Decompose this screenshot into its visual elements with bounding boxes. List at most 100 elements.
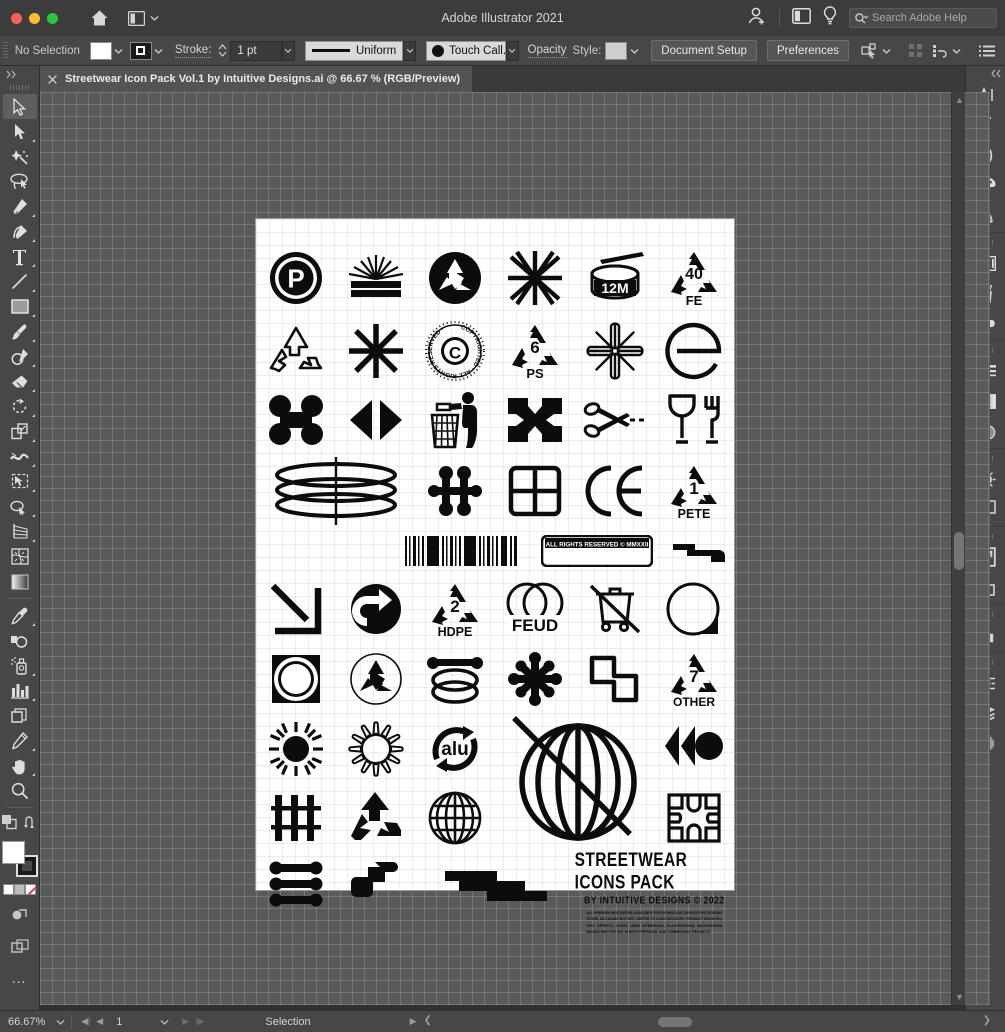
- barcode-icon[interactable]: [393, 528, 530, 574]
- fill-indicator[interactable]: [2, 841, 25, 864]
- document-setup-button[interactable]: Document Setup: [651, 40, 757, 61]
- artboard-chevron-down-icon[interactable]: [160, 1016, 169, 1028]
- account-add-icon[interactable]: [747, 6, 767, 31]
- minimize-window-button[interactable]: [29, 13, 40, 24]
- recycle-2-hdpe-icon[interactable]: 2HDPE: [415, 574, 495, 644]
- sun-burst-icon[interactable]: [256, 714, 336, 784]
- step-corner-icon[interactable]: [336, 852, 416, 916]
- ce-mark-icon[interactable]: [575, 454, 655, 528]
- screen-mode-icon[interactable]: [11, 907, 28, 927]
- canvas-area[interactable]: P 12M 40FE: [40, 92, 990, 1005]
- swap-fill-stroke-icon[interactable]: [23, 815, 38, 835]
- select-similar-objects-icon[interactable]: [861, 43, 891, 59]
- eyedropper-tool[interactable]: [3, 603, 37, 628]
- triple-dumbbell-icon[interactable]: [256, 852, 336, 916]
- close-window-button[interactable]: [11, 13, 22, 24]
- sun-outline-icon[interactable]: [336, 714, 416, 784]
- zoom-chevron-down-icon[interactable]: [56, 1016, 65, 1028]
- artboard[interactable]: P 12M 40FE: [255, 218, 735, 891]
- selection-tool[interactable]: [3, 94, 37, 119]
- artboard-tool[interactable]: [3, 703, 37, 728]
- artboard-number-input[interactable]: 1: [116, 1016, 160, 1028]
- mesh-tool[interactable]: [3, 544, 37, 569]
- edit-toolbar-icon[interactable]: [11, 939, 29, 958]
- scroll-left-icon[interactable]: ❮: [424, 1015, 432, 1026]
- scroll-up-icon[interactable]: ▲: [955, 95, 964, 105]
- four-panel-square-icon[interactable]: [495, 454, 575, 528]
- chevrons-dot-icon[interactable]: [654, 714, 734, 784]
- crossed-globe-icon[interactable]: [495, 714, 654, 784]
- home-icon[interactable]: [86, 5, 112, 31]
- arrow-down-right-icon[interactable]: [256, 574, 336, 644]
- last-artboard-icon[interactable]: |▶: [192, 1016, 207, 1027]
- angle-brackets-icon[interactable]: [336, 386, 416, 454]
- cut-here-scissors-icon[interactable]: [575, 386, 655, 454]
- dumbbell-plus-icon[interactable]: [495, 644, 575, 714]
- circle-quarter-icon[interactable]: [654, 574, 734, 644]
- type-tool[interactable]: [3, 244, 37, 269]
- width-tool[interactable]: [3, 444, 37, 469]
- collapse-panels-icon[interactable]: [966, 66, 1005, 80]
- recycle-1-pete-icon[interactable]: 1PETE: [654, 454, 734, 528]
- direct-selection-tool[interactable]: [3, 119, 37, 144]
- maze-square-icon[interactable]: [654, 784, 734, 852]
- brush-definition-select[interactable]: Touch Call...: [426, 41, 505, 61]
- curvature-tool[interactable]: [3, 219, 37, 244]
- stroke-weight-chevron-down-icon[interactable]: [282, 41, 295, 61]
- four-square-cross-icon[interactable]: [495, 386, 575, 454]
- lowercase-e-estimate-icon[interactable]: [654, 316, 734, 386]
- grid-bars-icon[interactable]: [256, 784, 336, 852]
- asterisk-star-icon[interactable]: [495, 239, 575, 316]
- more-options-icon[interactable]: [979, 45, 995, 57]
- period-after-opening-jar-icon[interactable]: 12M: [575, 239, 655, 316]
- control-bar-grip[interactable]: [3, 42, 8, 60]
- tidyman-bin-icon[interactable]: [415, 386, 495, 454]
- none-swatch[interactable]: [25, 884, 36, 895]
- feud-venn-icon[interactable]: FEUD: [495, 574, 575, 644]
- globe-grid-icon[interactable]: [415, 784, 495, 852]
- opacity-label[interactable]: Opacity: [528, 44, 567, 58]
- perspective-grid-tool[interactable]: [3, 519, 37, 544]
- stroke-weight-input[interactable]: 1 pt: [230, 41, 282, 61]
- recycle-6-ps-icon[interactable]: 6PS: [495, 316, 575, 386]
- vertical-scroll-thumb[interactable]: [954, 532, 964, 570]
- paintbrush-tool[interactable]: [3, 319, 37, 344]
- share-document-icon[interactable]: [792, 8, 811, 29]
- recycle-circle-icon[interactable]: [415, 239, 495, 316]
- lightbulb-discover-icon[interactable]: [823, 6, 837, 30]
- steel-recycle-40-fe-icon[interactable]: 40FE: [654, 239, 734, 316]
- style-chevron-down-icon[interactable]: [627, 42, 641, 60]
- stroke-label[interactable]: Stroke:: [175, 44, 211, 58]
- color-mode-swatches[interactable]: [3, 884, 36, 895]
- fill-and-stroke-indicator[interactable]: [2, 841, 38, 877]
- search-input[interactable]: Search Adobe Help: [849, 8, 997, 28]
- copyrighted-ring-stamp-icon[interactable]: CCOPYRIGHTED · ALL RIGHTS RESERVED ·: [415, 316, 495, 386]
- lasso-tool[interactable]: [3, 169, 37, 194]
- all-rights-reserved-banner-icon[interactable]: ALL RIGHTS RESERVED © MMXXII: [529, 528, 666, 574]
- workspace-switcher-icon[interactable]: [128, 11, 159, 26]
- scale-tool[interactable]: [3, 419, 37, 444]
- horizontal-scrollbar[interactable]: ❮ ❯: [420, 1011, 1005, 1032]
- document-tab[interactable]: Streetwear Icon Pack Vol.1 by Intuitive …: [40, 66, 472, 92]
- profile-chevron-down-icon[interactable]: [403, 41, 416, 61]
- rotate-tool[interactable]: [3, 394, 37, 419]
- layered-step-icon[interactable]: [415, 852, 574, 916]
- interlocking-blocks-icon[interactable]: [575, 644, 655, 714]
- scroll-down-icon[interactable]: ▼: [955, 992, 964, 1002]
- free-transform-tool[interactable]: [3, 469, 37, 494]
- window-controls[interactable]: [11, 13, 58, 24]
- symbol-sprayer-tool[interactable]: [3, 653, 37, 678]
- graphic-style-swatch[interactable]: [605, 42, 627, 60]
- distribute-objects-icon[interactable]: [933, 44, 961, 58]
- magic-wand-tool[interactable]: [3, 144, 37, 169]
- status-play-icon[interactable]: ▶: [407, 1016, 420, 1027]
- step-block-icon[interactable]: [666, 528, 734, 574]
- fill-color-swatch[interactable]: [90, 42, 112, 60]
- stroke-color-swatch[interactable]: [130, 42, 152, 60]
- variable-width-profile-select[interactable]: Uniform: [305, 41, 403, 61]
- square-circle-frame-icon[interactable]: [256, 644, 336, 714]
- four-circle-cross-icon[interactable]: [256, 386, 336, 454]
- color-swatch[interactable]: [3, 884, 14, 895]
- circle-arrow-return-icon[interactable]: [336, 574, 416, 644]
- preferences-button[interactable]: Preferences: [767, 40, 849, 61]
